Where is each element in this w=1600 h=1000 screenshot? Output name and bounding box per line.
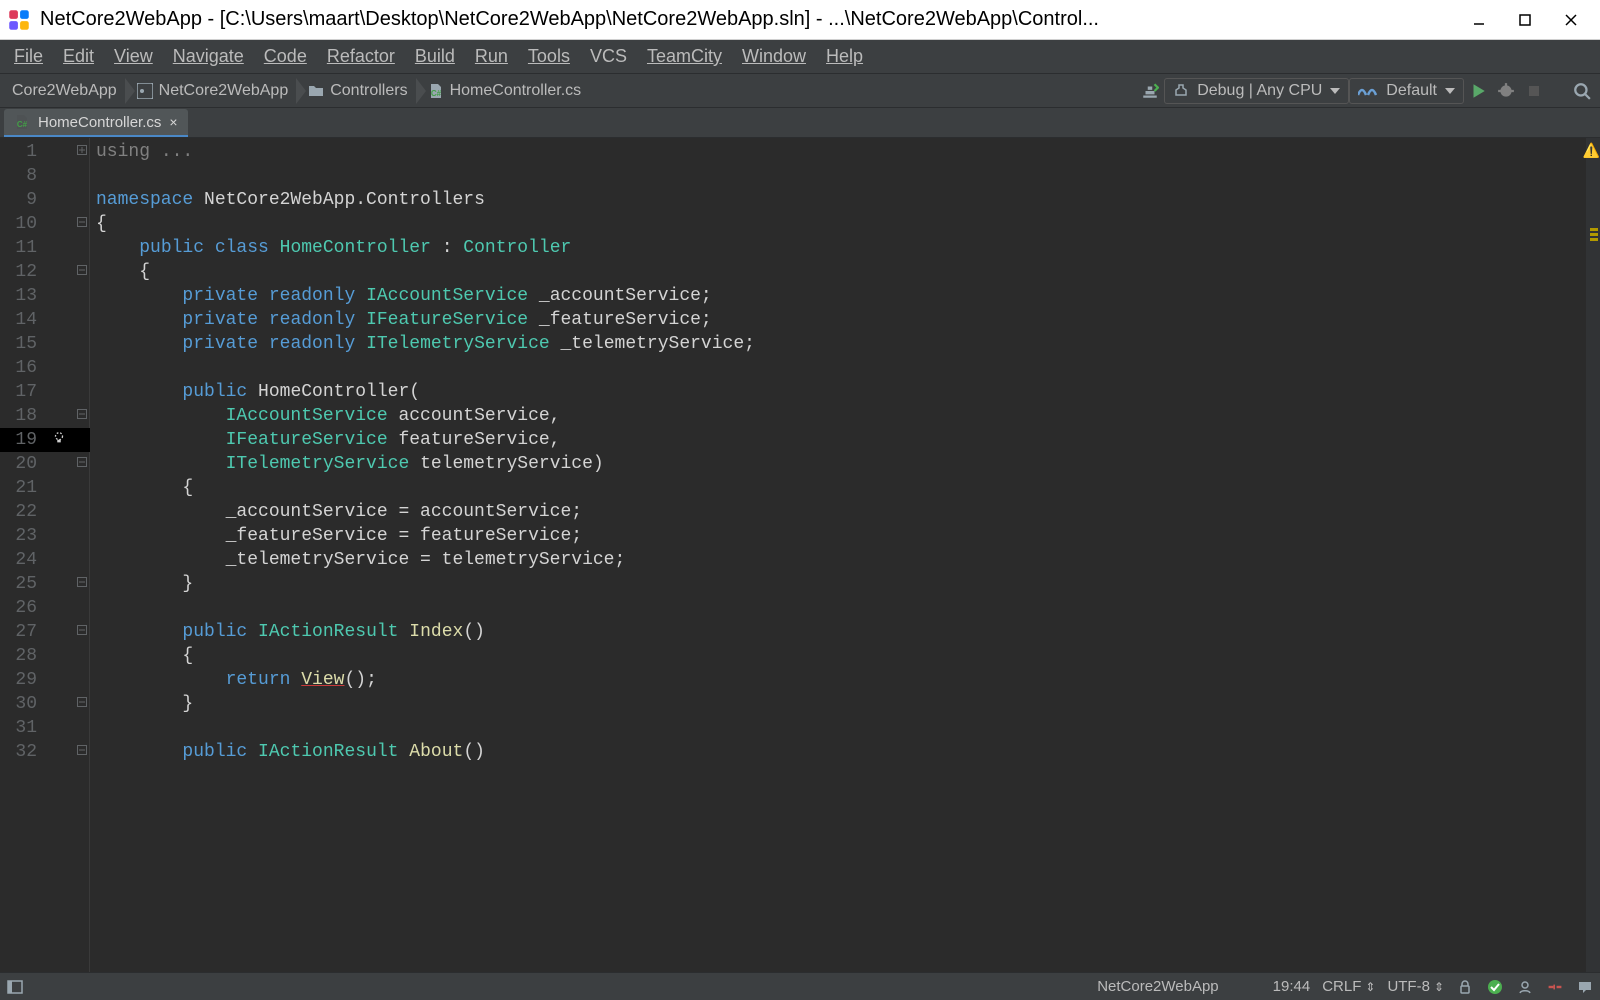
fold-collapse-icon[interactable] — [74, 618, 89, 642]
folder-icon — [308, 83, 324, 99]
chevron-down-icon — [1445, 88, 1455, 94]
inspection-profile-icon[interactable] — [1516, 978, 1534, 996]
window-minimize-button[interactable] — [1456, 0, 1502, 40]
memory-indicator[interactable] — [1546, 978, 1564, 996]
breadcrumb-solution[interactable]: Core2WebApp — [4, 74, 129, 108]
status-time: 19:44 — [1273, 978, 1311, 995]
fold-collapse-icon[interactable] — [74, 402, 89, 426]
csharp-project-icon — [137, 83, 153, 99]
breadcrumb-project[interactable]: NetCore2WebApp — [129, 74, 301, 108]
editor-tab-active[interactable]: C# HomeController.cs × — [4, 109, 188, 137]
fold-collapse-icon[interactable] — [74, 690, 89, 714]
fold-collapse-icon[interactable] — [74, 258, 89, 282]
marker-bar[interactable]: ⚠️ — [1586, 138, 1600, 972]
toolwindow-toggle-button[interactable] — [6, 978, 24, 996]
svg-text:C#: C# — [17, 120, 28, 129]
menu-bar: File Edit View Navigate Code Refactor Bu… — [0, 40, 1600, 74]
menu-tools[interactable]: Tools — [518, 42, 580, 71]
fold-collapse-icon[interactable] — [74, 738, 89, 762]
editor-tabs: C# HomeController.cs × — [0, 108, 1600, 138]
breadcrumb-folder[interactable]: Controllers — [300, 74, 419, 108]
menu-view[interactable]: View — [104, 42, 163, 71]
menu-refactor[interactable]: Refactor — [317, 42, 405, 71]
menu-vcs[interactable]: VCS — [580, 42, 637, 71]
menu-run[interactable]: Run — [465, 42, 518, 71]
gutter-annotations[interactable] — [44, 138, 74, 972]
fold-gutter[interactable] — [74, 138, 90, 972]
fold-collapse-icon[interactable] — [74, 570, 89, 594]
menu-code[interactable]: Code — [254, 42, 317, 71]
run-target-dropdown[interactable]: Default — [1349, 78, 1464, 104]
stop-button[interactable] — [1520, 78, 1548, 104]
window-titlebar: NetCore2WebApp - [C:\Users\maart\Desktop… — [0, 0, 1600, 40]
breadcrumb: Core2WebApp NetCore2WebApp Controllers C… — [4, 74, 593, 108]
lock-icon[interactable] — [1456, 978, 1474, 996]
menu-window[interactable]: Window — [732, 42, 816, 71]
menu-teamcity[interactable]: TeamCity — [637, 42, 732, 71]
app-icon — [6, 7, 32, 33]
window-close-button[interactable] — [1548, 0, 1594, 40]
run-button[interactable] — [1464, 78, 1492, 104]
tab-close-button[interactable]: × — [169, 114, 177, 130]
menu-file[interactable]: File — [4, 42, 53, 71]
status-encoding[interactable]: UTF-8⇕ — [1387, 978, 1444, 995]
code-area[interactable]: using ...namespace NetCore2WebApp.Contro… — [90, 138, 1586, 972]
build-config-dropdown[interactable]: Debug | Any CPU — [1164, 78, 1349, 104]
build-solution-button[interactable] — [1136, 78, 1164, 104]
csharp-file-icon: C# — [428, 83, 444, 99]
status-bar: NetCore2WebApp 19:44 CRLF⇕ UTF-8⇕ — [0, 972, 1600, 1000]
bulb-hint-icon[interactable] — [44, 426, 74, 450]
csharp-file-icon: C# — [14, 114, 30, 130]
menu-help[interactable]: Help — [816, 42, 873, 71]
breadcrumb-file[interactable]: C# HomeController.cs — [420, 74, 594, 108]
status-line-separator[interactable]: CRLF⇕ — [1322, 978, 1375, 995]
chevron-down-icon — [1330, 88, 1340, 94]
status-project[interactable]: NetCore2WebApp — [1097, 978, 1218, 995]
toolbar: Core2WebApp NetCore2WebApp Controllers C… — [0, 74, 1600, 108]
inspection-ok-icon[interactable] — [1486, 978, 1504, 996]
menu-edit[interactable]: Edit — [53, 42, 104, 71]
svg-text:C#: C# — [430, 89, 441, 98]
fold-collapse-icon[interactable] — [74, 210, 89, 234]
tab-label: HomeController.cs — [38, 114, 161, 131]
notifications-icon[interactable] — [1576, 978, 1594, 996]
fold-collapse-icon[interactable] — [74, 450, 89, 474]
fold-expand-icon[interactable] — [74, 138, 89, 162]
code-editor[interactable]: 1891011121314151617181920212223242526272… — [0, 138, 1600, 972]
window-maximize-button[interactable] — [1502, 0, 1548, 40]
window-title: NetCore2WebApp - [C:\Users\maart\Desktop… — [40, 8, 1456, 31]
line-number-gutter[interactable]: 1891011121314151617181920212223242526272… — [0, 138, 44, 972]
menu-build[interactable]: Build — [405, 42, 465, 71]
menu-navigate[interactable]: Navigate — [163, 42, 254, 71]
debug-button[interactable] — [1492, 78, 1520, 104]
search-everywhere-button[interactable] — [1568, 78, 1596, 104]
